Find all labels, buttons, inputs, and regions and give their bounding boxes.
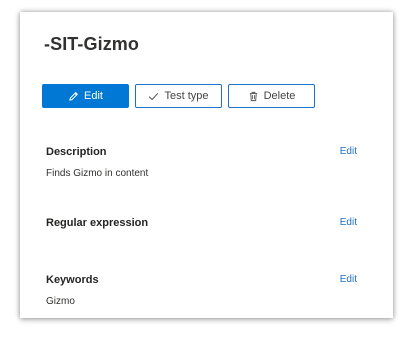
keywords-heading: Keywords: [46, 274, 99, 286]
regular-expression-edit-link[interactable]: Edit: [340, 217, 357, 228]
delete-button-label: Delete: [263, 90, 296, 102]
edit-button-label: Edit: [84, 90, 103, 102]
keywords-value: Gizmo: [46, 296, 75, 307]
description-heading: Description: [46, 146, 107, 158]
screenshot-frame: -SIT-Gizmo Edit Test type Delete Descrip…: [0, 0, 413, 337]
trash-icon: [248, 91, 259, 102]
keywords-section: Keywords Edit Gizmo: [46, 274, 357, 314]
description-section: Description Edit Finds Gizmo in content: [46, 146, 357, 186]
description-edit-link[interactable]: Edit: [340, 146, 357, 157]
pencil-icon: [68, 91, 79, 102]
page-title: -SIT-Gizmo: [44, 34, 139, 54]
details-panel: -SIT-Gizmo Edit Test type Delete Descrip…: [20, 12, 393, 318]
description-value: Finds Gizmo in content: [46, 168, 149, 179]
test-type-button-label: Test type: [164, 90, 209, 102]
checkmark-icon: [148, 91, 159, 102]
regular-expression-section: Regular expression Edit: [46, 217, 357, 237]
delete-button[interactable]: Delete: [228, 84, 315, 108]
edit-button[interactable]: Edit: [42, 84, 129, 108]
keywords-edit-link[interactable]: Edit: [340, 274, 357, 285]
test-type-button[interactable]: Test type: [135, 84, 222, 108]
regular-expression-heading: Regular expression: [46, 217, 149, 229]
